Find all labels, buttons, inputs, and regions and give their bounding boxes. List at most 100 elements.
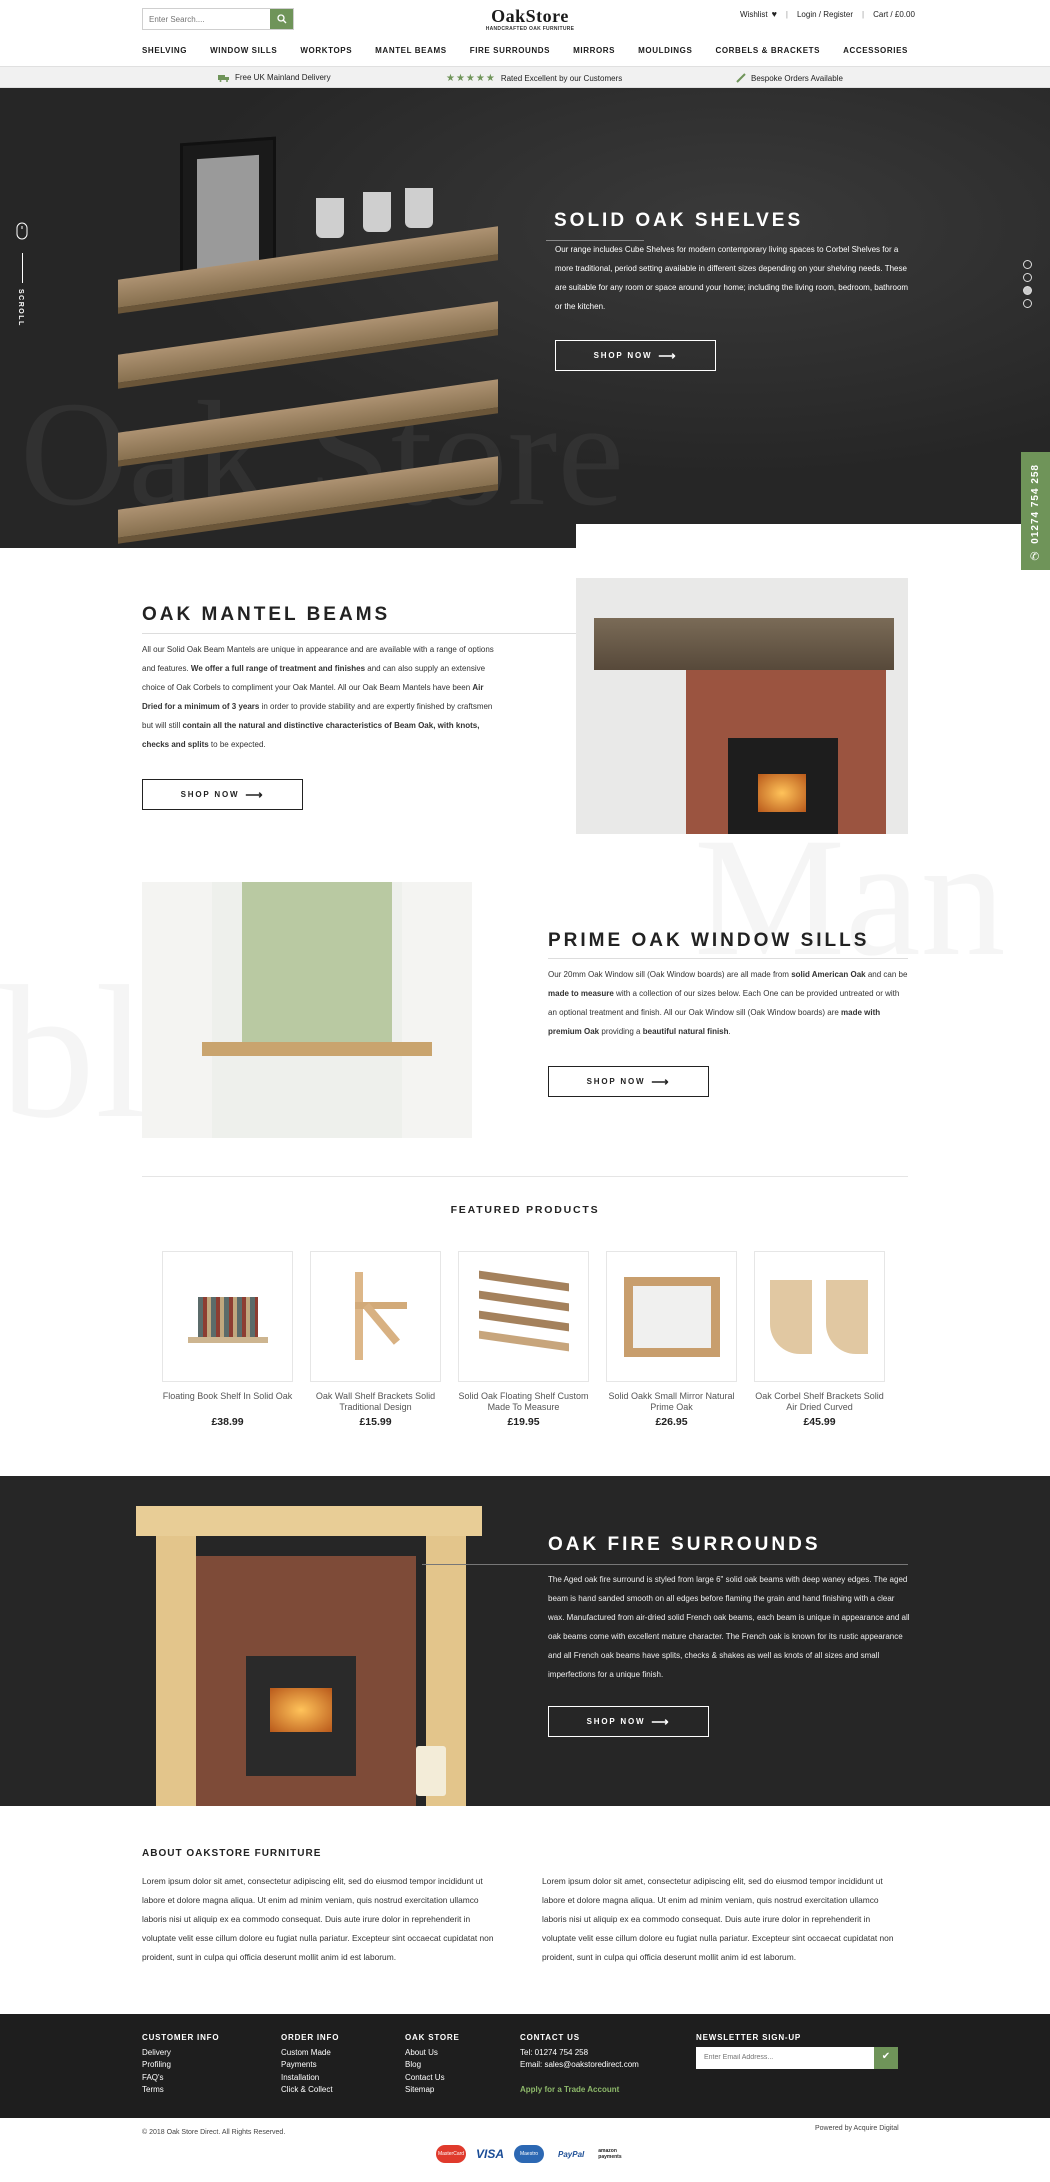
footer-link-sitemap[interactable]: Sitemap [405, 2084, 460, 2097]
login-link[interactable]: Login / Register [797, 10, 853, 19]
footer-heading: NEWSLETTER SIGN-UP [696, 2033, 802, 2042]
mantel-beam-image [576, 578, 908, 834]
search-input[interactable] [143, 9, 270, 29]
product-price: £45.99 [803, 1416, 836, 1428]
mantel-title-rule [142, 633, 578, 634]
slider-dots [1023, 260, 1032, 312]
footer-link-terms[interactable]: Terms [142, 2084, 219, 2097]
about-col-1: Lorem ipsum dolor sit amet, consectetur … [142, 1876, 494, 1962]
search-bar [142, 8, 294, 30]
product-card-1[interactable] [162, 1251, 293, 1382]
product-card-5[interactable] [754, 1251, 885, 1382]
nav-mirrors[interactable]: MIRRORS [573, 46, 615, 55]
utility-links: Wishlist ♥ | Login / Register | Cart / £… [740, 9, 915, 19]
nav-window-sills[interactable]: WINDOW SILLS [210, 46, 277, 55]
sills-shop-now-button[interactable]: SHOP NOW ⟶ [548, 1066, 709, 1097]
heart-icon[interactable]: ♥ [772, 9, 777, 19]
product-name[interactable]: Solid Oakk Small Mirror Natural Prime Oa… [606, 1391, 737, 1413]
hero-shop-now-button[interactable]: SHOP NOW ⟶ [555, 340, 716, 371]
footer-link-contact[interactable]: Contact Us [405, 2072, 460, 2085]
product-price: £15.99 [359, 1416, 392, 1428]
arrow-right-icon: ⟶ [658, 348, 678, 363]
footer-email[interactable]: Email: sales@oakstoredirect.com [520, 2059, 639, 2072]
footer-link-installation[interactable]: Installation [281, 2072, 339, 2085]
footer-link-custom-made[interactable]: Custom Made [281, 2047, 339, 2060]
product-price: £26.95 [655, 1416, 688, 1428]
slider-dot-1[interactable] [1023, 260, 1032, 269]
footer-heading: CONTACT US [520, 2033, 580, 2042]
footer-link-payments[interactable]: Payments [281, 2059, 339, 2072]
trade-account-link[interactable]: Apply for a Trade Account [520, 2084, 639, 2097]
hero-text: Our range includes Cube Shelves for mode… [555, 245, 909, 311]
phone-icon: ✆ [1030, 551, 1040, 563]
slider-dot-2[interactable] [1023, 273, 1032, 282]
slider-dot-3[interactable] [1023, 286, 1032, 295]
check-icon: ✔ [881, 2051, 891, 2063]
footer-link-blog[interactable]: Blog [405, 2059, 460, 2072]
newsletter-email-input[interactable] [696, 2046, 874, 2069]
cart-link[interactable]: Cart / £0.00 [873, 10, 915, 19]
curtain [142, 882, 212, 1138]
site-footer: CUSTOMER INFO Delivery Profiling FAQ's T… [0, 2014, 1050, 2118]
nav-accessories[interactable]: ACCESSORIES [843, 46, 908, 55]
mastercard-logo: MasterCard [436, 2145, 466, 2163]
phone-tab[interactable]: 01274 754 258 ✆ [1021, 452, 1050, 570]
fire-shop-now-button[interactable]: SHOP NOW ⟶ [548, 1706, 709, 1737]
footer-heading: OAK STORE [405, 2033, 460, 2042]
wishlist-link[interactable]: Wishlist [740, 10, 768, 19]
scroll-indicator[interactable]: SCROLL [16, 222, 34, 327]
product-card-2[interactable] [310, 1251, 441, 1382]
fire-title-rule [422, 1564, 908, 1565]
about-title: ABOUT OAKSTORE FURNITURE [142, 1848, 322, 1859]
product-name[interactable]: Oak Corbel Shelf Brackets Solid Air Drie… [754, 1391, 885, 1413]
amazon-payments-logo: amazon payments [598, 2148, 622, 2160]
nav-fire-surrounds[interactable]: FIRE SURROUNDS [470, 46, 550, 55]
mouse-icon [16, 222, 28, 240]
nav-shelving[interactable]: SHELVING [142, 46, 187, 55]
fire-surround-image [136, 1506, 482, 1806]
product-image [187, 1287, 268, 1347]
paypal-logo: PayPal [558, 2149, 585, 2159]
fire-mantel [136, 1506, 482, 1536]
product-name[interactable]: Oak Wall Shelf Brackets Solid Traditiona… [310, 1391, 441, 1413]
wood-stove [728, 738, 838, 834]
footer-tel[interactable]: Tel: 01274 754 258 [520, 2047, 639, 2060]
nav-mouldings[interactable]: MOULDINGS [638, 46, 692, 55]
nav-worktops[interactable]: WORKTOPS [300, 46, 352, 55]
powered-by[interactable]: Powered by Acquire Digital [815, 2125, 899, 2132]
stars-icon: ★★★★★ [446, 73, 496, 84]
fire-surrounds-section: OAK FIRE SURROUNDS The Aged oak fire sur… [0, 1476, 1050, 1806]
footer-link-delivery[interactable]: Delivery [142, 2047, 219, 2060]
newsletter-submit-button[interactable]: ✔ [874, 2046, 898, 2069]
mantel-text: All our Solid Oak Beam Mantels are uniqu… [142, 645, 494, 749]
search-button[interactable] [270, 9, 293, 29]
footer-link-faqs[interactable]: FAQ's [142, 2072, 219, 2085]
logo-tagline: HANDCRAFTED OAK FURNITURE [485, 26, 575, 32]
curtain [402, 882, 472, 1138]
arrow-right-icon: ⟶ [651, 1074, 671, 1089]
product-card-3[interactable] [458, 1251, 589, 1382]
plant-pot [316, 198, 344, 238]
product-card-4[interactable] [606, 1251, 737, 1382]
footer-link-click-collect[interactable]: Click & Collect [281, 2084, 339, 2097]
footer-link-about[interactable]: About Us [405, 2047, 460, 2060]
footer-newsletter: NEWSLETTER SIGN-UP ✔ [696, 2032, 898, 2069]
footer-order-info: ORDER INFO Custom Made Payments Installa… [281, 2032, 339, 2097]
nav-corbels-brackets[interactable]: CORBELS & BRACKETS [715, 46, 820, 55]
pencil-icon [736, 73, 746, 83]
footer-customer-info: CUSTOMER INFO Delivery Profiling FAQ's T… [142, 2032, 219, 2097]
slider-dot-4[interactable] [1023, 299, 1032, 308]
hero-title: SOLID OAK SHELVES [554, 210, 804, 231]
footer-heading: CUSTOMER INFO [142, 2033, 220, 2042]
fire-leg-left [156, 1536, 196, 1806]
footer-link-profiling[interactable]: Profiling [142, 2059, 219, 2072]
mantel-shop-now-button[interactable]: SHOP NOW ⟶ [142, 779, 303, 810]
product-name[interactable]: Floating Book Shelf In Solid Oak [162, 1391, 293, 1402]
logo-name: OakStore [491, 6, 569, 26]
search-icon [276, 14, 286, 24]
about-col-2: Lorem ipsum dolor sit amet, consectetur … [542, 1876, 894, 1962]
nav-mantel-beams[interactable]: MANTEL BEAMS [375, 46, 447, 55]
product-name[interactable]: Solid Oak Floating Shelf Custom Made To … [458, 1391, 589, 1413]
site-logo[interactable]: OakStore HANDCRAFTED OAK FURNITURE [470, 7, 590, 32]
copyright: © 2018 Oak Store Direct. All Rights Rese… [142, 2129, 286, 2136]
